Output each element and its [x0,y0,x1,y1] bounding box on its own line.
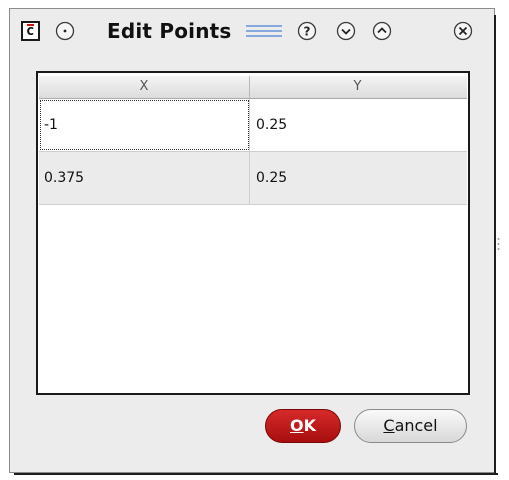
cell-y[interactable]: 0.25 [250,152,467,204]
ok-label-rest: K [303,416,316,435]
cell-y[interactable]: 0.25 [250,99,467,151]
table-row[interactable]: -1 0.25 [39,99,467,152]
ok-mnemonic: O [289,416,304,435]
shade-down-icon[interactable] [336,21,356,41]
menu-dot-icon[interactable] [55,21,75,41]
close-icon[interactable] [453,21,473,41]
help-icon[interactable]: ? [297,21,317,41]
column-header-y[interactable]: Y [250,76,465,98]
points-table-body: X Y -1 0.25 0.375 0.25 [39,74,467,392]
edit-points-dialog: c Edit Points ? X Y -1 0.25 0.375 0.25 O… [9,8,500,475]
column-header-x[interactable]: X [39,76,250,98]
points-table: X Y -1 0.25 0.375 0.25 [36,71,470,395]
app-icon-glyph: c [26,23,35,39]
resize-grip-icon[interactable] [497,237,500,251]
maximize-up-icon[interactable] [372,21,392,41]
cell-x[interactable]: -1 [39,99,250,151]
title-bar[interactable]: c Edit Points ? [10,9,494,53]
app-icon[interactable]: c [21,21,40,41]
cancel-mnemonic: C [383,416,395,435]
table-header: X Y [39,76,467,99]
window-title: Edit Points [107,19,232,43]
table-row[interactable]: 0.375 0.25 [39,152,467,205]
cell-x[interactable]: 0.375 [39,152,250,204]
grip-lines-icon[interactable] [246,23,282,39]
help-glyph: ? [304,25,311,39]
cancel-button[interactable]: Cancel [354,409,467,443]
cancel-label-rest: ancel [394,416,438,435]
ok-button[interactable]: OK [265,409,341,443]
